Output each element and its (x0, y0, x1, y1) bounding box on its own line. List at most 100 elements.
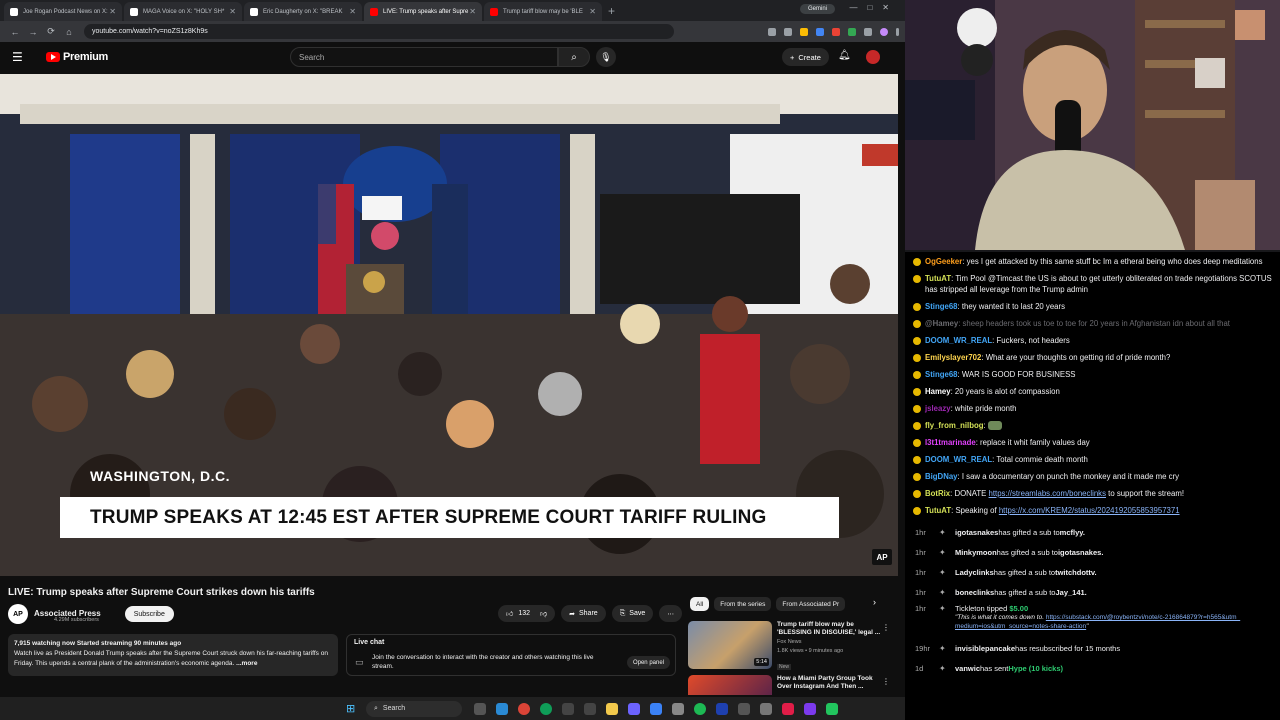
chat-username[interactable]: Stinge68 (925, 370, 958, 379)
event-username[interactable]: igotasnakes (955, 528, 998, 537)
event-username[interactable]: Ladyclinks (955, 568, 994, 577)
puzzle-icon[interactable] (864, 27, 872, 36)
save-button[interactable]: ⎘ Save (611, 605, 654, 622)
edge-icon[interactable] (496, 702, 508, 715)
browser-tab-2[interactable]: MAGA Voice on X: "HOLY SH* ✕ (124, 2, 242, 21)
app-icon[interactable] (562, 702, 574, 715)
youtube-logo[interactable]: Premium (46, 51, 108, 63)
event-username[interactable]: vanwic (955, 664, 980, 673)
chevron-right-icon[interactable]: › (873, 597, 876, 607)
home-icon[interactable]: ⌂ (60, 27, 78, 37)
app-icon[interactable] (782, 702, 794, 715)
chat-username[interactable]: jsleazy (925, 404, 951, 413)
extension-icon[interactable] (816, 27, 824, 36)
forward-icon[interactable]: → (24, 27, 42, 37)
browser-tab-1[interactable]: Joe Rogan Podcast News on X: ✕ (4, 2, 122, 21)
folder-icon[interactable] (606, 702, 618, 715)
chat-username[interactable]: TutuAT (925, 274, 951, 283)
browser-tab-3[interactable]: Eric Daugherty on X: "BREAK ✕ (244, 2, 362, 21)
url-text: youtube.com/watch?v=noZS1z8Kh9s (92, 28, 208, 35)
task-view-icon[interactable] (474, 702, 486, 715)
description-box[interactable]: 7,915 watching now Started streaming 90 … (8, 634, 338, 676)
chat-username[interactable]: Hamey (925, 387, 951, 396)
chat-username[interactable]: TutuAT (925, 506, 951, 515)
app-icon[interactable] (826, 702, 838, 715)
extension-icon[interactable] (832, 27, 840, 36)
avatar[interactable] (866, 50, 880, 64)
chip-all[interactable]: All (690, 597, 710, 611)
kebab-menu-icon[interactable]: ⋮ (882, 623, 890, 632)
chat-username[interactable]: OgGeeker (925, 257, 962, 266)
search-input[interactable]: Search (290, 47, 558, 67)
extension-icon[interactable] (800, 27, 808, 36)
event-username[interactable]: Minkymoon (955, 548, 997, 557)
channel-avatar[interactable]: AP (8, 604, 28, 624)
chat-link[interactable]: https://x.com/KREM2/status/2024192055853… (999, 506, 1180, 515)
more-actions-button[interactable]: ⋯ (659, 605, 683, 622)
more-link[interactable]: ...more (236, 660, 257, 667)
chat-username[interactable]: l3t1tmarinade (925, 438, 976, 447)
chat-username[interactable]: fly_from_nilbog (925, 421, 983, 430)
kebab-menu-icon[interactable]: ⋮ (882, 677, 890, 686)
video-player[interactable]: WASHINGTON, D.C. TRUMP SPEAKS AT 12:45 E… (0, 74, 898, 576)
app-icon[interactable] (628, 702, 640, 715)
subscribe-button[interactable]: Subscribe (124, 606, 174, 622)
create-button[interactable]: + Create (782, 48, 829, 66)
extension-icon[interactable] (848, 27, 856, 36)
chip-from-channel[interactable]: From Associated Pr (776, 597, 846, 611)
like-button[interactable]: 👍︎ 132 👎︎ (498, 605, 556, 622)
chrome-icon[interactable] (518, 702, 530, 715)
notifications-bell-icon[interactable]: 🔔︎ (838, 50, 851, 61)
recommended-video[interactable]: How a Miami Party Group Took Over Instag… (688, 675, 896, 695)
chip-from-series[interactable]: From the series (714, 597, 772, 611)
microphone-button[interactable]: 🎙︎ (596, 47, 616, 67)
browser-tab-4[interactable]: LIVE: Trump speaks after Supre ✕ (364, 2, 482, 21)
close-icon[interactable]: ✕ (349, 7, 356, 16)
profile-icon[interactable] (880, 27, 888, 36)
chat-username[interactable]: DOOM_WR_REAL (925, 336, 992, 345)
app-icon[interactable] (804, 702, 816, 715)
chrome-icon[interactable] (540, 702, 552, 715)
new-tab-icon[interactable]: + (608, 4, 615, 18)
chat-username[interactable]: Emilyslayer702 (925, 353, 981, 362)
thumbs-down-icon[interactable]: 👎︎ (540, 609, 547, 618)
gemini-button[interactable]: Gemini (799, 4, 835, 14)
chat-link[interactable]: https://streamlabs.com/boneclinks (989, 489, 1106, 498)
recommended-video[interactable]: 5:14 Trump tariff blow may be 'BLESSING … (688, 621, 896, 670)
app-icon[interactable] (650, 702, 662, 715)
url-field[interactable]: youtube.com/watch?v=noZS1z8Kh9s (84, 24, 674, 39)
app-icon[interactable] (760, 702, 772, 715)
reload-icon[interactable]: ⟳ (42, 26, 60, 37)
chat-username[interactable]: BigDNay (925, 472, 958, 481)
headline-lower-third: TRUMP SPEAKS AT 12:45 EST AFTER SUPREME … (60, 497, 839, 538)
app-icon[interactable] (672, 702, 684, 715)
app-icon[interactable] (738, 702, 750, 715)
search-placeholder: Search (299, 52, 325, 62)
spotify-icon[interactable] (694, 702, 706, 715)
extension-icon[interactable] (768, 27, 776, 36)
browser-tab-5[interactable]: Trump tariff blow may be 'BLE ✕ (484, 2, 602, 21)
taskbar-search[interactable]: ⌕ Search (366, 700, 462, 717)
window-controls[interactable]: —□✕ (849, 3, 899, 12)
event-username[interactable]: invisiblepancake (955, 644, 1015, 653)
app-icon[interactable] (584, 702, 596, 715)
windows-start-icon[interactable]: ⊞ (346, 703, 358, 715)
chat-username[interactable]: @Hamey (925, 319, 958, 328)
chat-username[interactable]: BotRix (925, 489, 950, 498)
star-icon[interactable] (784, 27, 792, 36)
app-icon[interactable] (716, 702, 728, 715)
close-icon[interactable]: ✕ (589, 7, 596, 16)
chat-username[interactable]: DOOM_WR_REAL (925, 455, 992, 464)
share-button[interactable]: ➦ Share (561, 605, 606, 622)
hamburger-menu-icon[interactable]: ☰ (12, 50, 36, 64)
event-username[interactable]: boneclinks (955, 588, 994, 597)
tip-username[interactable]: Tickleton (955, 604, 985, 613)
close-icon[interactable]: ✕ (109, 7, 116, 16)
close-icon[interactable]: ✕ (469, 7, 476, 16)
chat-username[interactable]: Stinge68 (925, 302, 958, 311)
search-button[interactable]: ⌕ (558, 47, 590, 67)
menu-dots-icon[interactable] (896, 27, 899, 36)
close-icon[interactable]: ✕ (229, 7, 236, 16)
open-panel-button[interactable]: Open panel (626, 656, 670, 669)
back-icon[interactable]: ← (6, 27, 24, 37)
